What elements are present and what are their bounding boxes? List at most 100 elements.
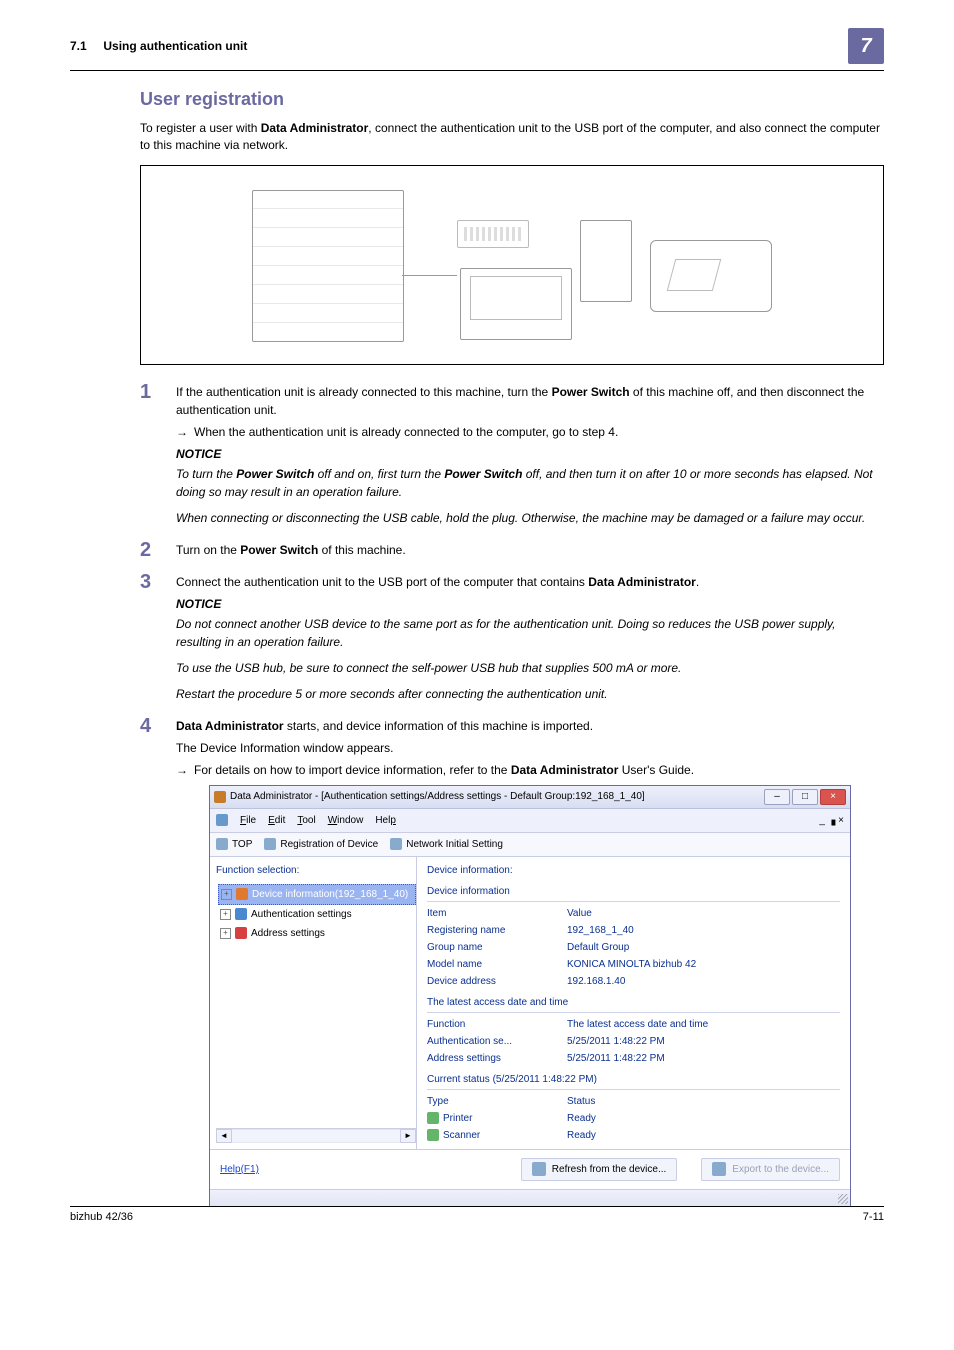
step-1-substep: When the authentication unit is already … (176, 423, 884, 441)
step-number: 3 (140, 567, 151, 597)
network-icon (390, 838, 402, 850)
col-header: Value (567, 906, 840, 921)
minimize-button[interactable]: – (764, 789, 790, 805)
header-section-title: Using authentication unit (103, 39, 247, 53)
menu-edit[interactable]: Edit (268, 813, 285, 828)
footer-left: bizhub 42/36 (70, 1211, 133, 1223)
notice-text: Do not connect another USB device to the… (176, 615, 884, 651)
section-header: Device information (427, 884, 840, 902)
expand-icon[interactable]: + (220, 909, 231, 920)
registration-icon (264, 838, 276, 850)
col-header: The latest access date and time (567, 1017, 840, 1032)
device-info-table: Item Value Registering name 192_168_1_40… (427, 906, 840, 989)
step-number: 4 (140, 711, 151, 741)
scroll-track[interactable] (232, 1129, 400, 1143)
table-cell: Address settings (427, 1051, 567, 1066)
table-row: Scanner Ready (427, 1128, 840, 1143)
col-header: Status (567, 1094, 840, 1109)
table-cell: Group name (427, 940, 567, 955)
toolbar-top[interactable]: TOP (216, 837, 252, 852)
section-header: Current status (5/25/2011 1:48:22 PM) (427, 1072, 840, 1090)
mdi-controls[interactable]: _ ▗ × (819, 813, 844, 828)
connection-figure (140, 165, 884, 365)
step-number: 2 (140, 535, 151, 565)
intro-paragraph: To register a user with Data Administrat… (140, 120, 884, 155)
page-footer: bizhub 42/36 7-11 (70, 1206, 884, 1223)
printer-icon (427, 1112, 439, 1124)
export-icon (712, 1162, 726, 1176)
function-tree: + Device information(192_168_1_40) + Aut… (216, 884, 416, 1122)
doc-icon (216, 814, 228, 826)
status-table: Type Status Printer Ready Scanner Ready (427, 1094, 840, 1143)
maximize-button[interactable]: □ (792, 789, 818, 805)
horizontal-scrollbar[interactable]: ◄ ► (216, 1128, 416, 1143)
cable-illustration (402, 235, 457, 276)
table-row: Printer Ready (427, 1111, 840, 1126)
left-pane-title: Function selection: (216, 863, 416, 878)
help-link[interactable]: Help(F1) (220, 1162, 259, 1177)
menubar: File Edit Tool Window Help _ ▗ × (210, 809, 850, 833)
statusbar (210, 1189, 850, 1206)
window-title: Data Administrator - [Authentication set… (230, 789, 645, 804)
function-selection-pane: Function selection: + Device information… (210, 857, 417, 1149)
expand-icon[interactable]: + (220, 928, 231, 939)
table-cell: Authentication se... (427, 1034, 567, 1049)
resize-grip-icon[interactable] (838, 1194, 848, 1204)
notice-label: NOTICE (176, 445, 884, 463)
table-cell: Registering name (427, 923, 567, 938)
tree-item-auth[interactable]: + Authentication settings (218, 905, 416, 924)
notice-text: To use the USB hub, be sure to connect t… (176, 659, 884, 677)
scroll-left-icon[interactable]: ◄ (216, 1129, 232, 1143)
tree-item-device-info[interactable]: + Device information(192_168_1_40) (218, 884, 416, 905)
section-header: The latest access date and time (427, 995, 840, 1013)
scroll-right-icon[interactable]: ► (400, 1129, 416, 1143)
menu-file[interactable]: File (240, 813, 256, 828)
step-list: 1 If the authentication unit is already … (140, 383, 884, 1207)
step-4: 4 Data Administrator starts, and device … (140, 717, 884, 1207)
menu-tool[interactable]: Tool (297, 813, 315, 828)
tree-item-address[interactable]: + Address settings (218, 924, 416, 943)
footer-right: 7-11 (863, 1211, 884, 1223)
device-info-pane: Device information: Device information I… (417, 857, 850, 1149)
toolbar-registration[interactable]: Registration of Device (264, 837, 378, 852)
access-time-table: Function The latest access date and time… (427, 1017, 840, 1066)
step-number: 1 (140, 377, 151, 407)
step-3: 3 Connect the authentication unit to the… (140, 573, 884, 703)
menu-window[interactable]: Window (328, 813, 364, 828)
page-title: User registration (140, 89, 884, 110)
notice-text: When connecting or disconnecting the USB… (176, 509, 884, 527)
running-header: 7.1 Using authentication unit 7 (70, 28, 884, 64)
table-cell: Device address (427, 974, 567, 989)
chapter-badge: 7 (848, 28, 884, 64)
pc-illustration (580, 220, 632, 302)
notice-label: NOTICE (176, 595, 884, 613)
menu-help[interactable]: Help (375, 813, 396, 828)
usb-plug-illustration (457, 220, 529, 248)
export-button[interactable]: Export to the device... (701, 1158, 840, 1181)
notice-text: Restart the procedure 5 or more seconds … (176, 685, 884, 703)
expand-icon[interactable]: + (221, 889, 232, 900)
table-cell: 5/25/2011 1:48:22 PM (567, 1051, 840, 1066)
right-pane-title: Device information: (427, 863, 840, 878)
table-cell: 192_168_1_40 (567, 923, 840, 938)
step-2: 2 Turn on the Power Switch of this machi… (140, 541, 884, 559)
bottom-bar: Help(F1) Refresh from the device... Expo… (210, 1149, 850, 1189)
step-4-substep: For details on how to import device info… (176, 761, 884, 779)
scanner-icon (427, 1129, 439, 1141)
table-cell: Default Group (567, 940, 840, 955)
window-titlebar[interactable]: Data Administrator - [Authentication set… (210, 786, 850, 809)
toolbar: TOP Registration of Device Network Initi… (210, 833, 850, 857)
data-administrator-window: Data Administrator - [Authentication set… (209, 785, 851, 1207)
refresh-button[interactable]: Refresh from the device... (521, 1158, 678, 1181)
col-header: Item (427, 906, 567, 921)
toolbar-network[interactable]: Network Initial Setting (390, 837, 503, 852)
col-header: Type (427, 1094, 567, 1109)
notice-text: To turn the Power Switch off and on, fir… (176, 465, 884, 501)
auth-icon (235, 908, 247, 920)
printer-illustration (252, 190, 404, 342)
refresh-icon (532, 1162, 546, 1176)
table-cell: KONICA MINOLTA bizhub 42 (567, 957, 840, 972)
table-cell: 5/25/2011 1:48:22 PM (567, 1034, 840, 1049)
close-button[interactable]: × (820, 789, 846, 805)
step-4-sub: The Device Information window appears. (176, 739, 884, 757)
